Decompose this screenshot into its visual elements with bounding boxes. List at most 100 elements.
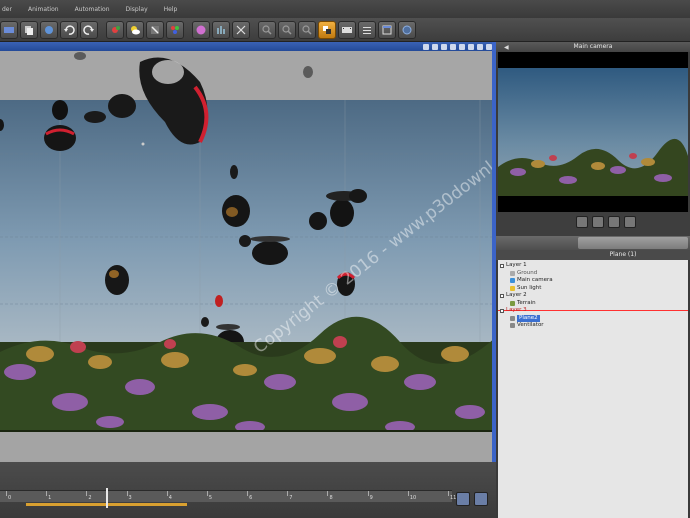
collapse-arrow-icon[interactable]: ◀	[504, 44, 509, 51]
camera-mode-button[interactable]	[496, 236, 578, 250]
timeline-tick	[6, 491, 7, 496]
timeline-tick-label: 6	[249, 495, 253, 501]
copy-icon[interactable]	[20, 20, 38, 39]
preview-scene	[498, 138, 688, 196]
tree-item[interactable]: Plane2	[510, 314, 540, 322]
timeline-tick	[287, 491, 289, 496]
menu-item-automation[interactable]: Automation	[75, 6, 110, 13]
timeline-tick-label: 3	[128, 495, 132, 501]
tree-item[interactable]: Ventilator	[510, 322, 544, 329]
viewport-control-icon[interactable]	[468, 43, 474, 50]
timeline-tick-label: 2	[88, 495, 92, 501]
menu-bar: der Animation Automation Display Help	[0, 0, 690, 18]
camera-preview	[498, 52, 688, 212]
window-icon[interactable]	[378, 20, 396, 39]
tree-item[interactable]: Ground	[510, 270, 537, 277]
zoom-icon[interactable]	[278, 20, 296, 39]
move-icon[interactable]	[608, 216, 620, 228]
timeline-tick	[206, 491, 208, 496]
timeline-tick-label: 10	[409, 495, 417, 501]
timeline: 0 1 2 3 4 5 6 7 8 9 10 11	[0, 462, 496, 518]
expand-icon[interactable]	[500, 263, 504, 268]
atmosphere-icon[interactable]	[192, 20, 210, 39]
wrench-icon[interactable]	[146, 20, 164, 39]
zoom-out-icon[interactable]	[298, 20, 316, 39]
timeline-tick	[448, 491, 449, 496]
toolbar	[0, 18, 690, 42]
tree-item[interactable]: Sun light	[510, 285, 541, 292]
tree-item-label: Layer 1	[506, 262, 527, 268]
render-viewport[interactable]: Copyright © 2016 - www.p30download.com	[0, 42, 496, 462]
rotate-icon[interactable]	[624, 216, 636, 228]
object-header: Plane (1)	[496, 250, 690, 260]
timeline-tick	[407, 491, 409, 496]
timeline-tick	[367, 491, 369, 496]
film-icon[interactable]	[456, 492, 470, 506]
timeline-tick-label: 9	[369, 495, 373, 501]
cloud-icon[interactable]	[126, 20, 144, 39]
timeline-playhead[interactable]	[106, 488, 109, 508]
film-icon[interactable]	[338, 20, 356, 39]
camera-icon	[510, 278, 515, 283]
render-icon[interactable]	[0, 20, 18, 39]
viewport-control-icon[interactable]	[423, 43, 429, 50]
panel-toolbar	[496, 236, 690, 250]
tree-item-label: Sun light	[517, 284, 542, 291]
viewport-letterbox-bottom	[0, 432, 496, 462]
menu-item-render[interactable]: der	[2, 6, 12, 13]
tree-item-label: Main camera	[517, 277, 553, 283]
tree-item[interactable]: Layer 3	[500, 307, 527, 314]
right-panel: Main camera ◀ Plane (1) Layer 1 Ground Mai…	[496, 42, 690, 518]
timeline-tick	[247, 491, 249, 496]
timeline-tick	[126, 491, 128, 496]
camera-icon[interactable]	[474, 492, 488, 506]
tree-item[interactable]: Terrain	[510, 300, 536, 307]
menu-item-animation[interactable]: Animation	[28, 6, 59, 13]
tree-item[interactable]: Layer 1	[500, 262, 527, 269]
expand-icon[interactable]	[500, 293, 504, 298]
panel-title: Main camera	[496, 42, 690, 52]
viewport-control-icon[interactable]	[432, 43, 438, 50]
timeline-tick-label: 5	[208, 495, 213, 501]
select-icon[interactable]	[318, 20, 336, 39]
timeline-tick-label: 8	[329, 495, 333, 501]
palette-icon[interactable]	[166, 20, 184, 39]
camera-controls	[496, 212, 690, 236]
sub-icon	[510, 270, 515, 276]
globe-icon[interactable]	[398, 20, 416, 39]
tree-item[interactable]: Layer 2	[500, 292, 527, 299]
timeline-ruler[interactable]: 0 1 2 3 4 5 6 7 8 9 10 11	[0, 490, 456, 502]
undo-icon[interactable]	[60, 20, 78, 39]
timeline-tick-label: 0	[8, 495, 12, 501]
expand-icon[interactable]	[500, 308, 504, 313]
tree-item-label: Terrain	[517, 299, 536, 306]
scene-render	[0, 52, 496, 433]
redo-icon[interactable]	[80, 20, 98, 39]
tree-item-label: Layer 3	[506, 307, 527, 313]
timeline-tick	[46, 491, 48, 496]
hand-icon[interactable]	[576, 216, 588, 228]
tree-item[interactable]: Main camera	[510, 277, 553, 284]
menu-item-display[interactable]: Display	[126, 6, 148, 13]
move-icon[interactable]	[592, 216, 604, 228]
viewport-control-icon[interactable]	[477, 43, 483, 50]
terrain-icon	[510, 300, 515, 306]
scissors-icon[interactable]	[232, 20, 250, 39]
link-icon[interactable]	[40, 20, 58, 39]
search-icon[interactable]	[258, 20, 276, 39]
viewport-control-icon[interactable]	[450, 43, 456, 50]
menu-icon[interactable]	[358, 20, 376, 39]
sun-icon[interactable]	[106, 20, 124, 39]
obj-icon	[510, 323, 515, 328]
camera-options-button[interactable]	[578, 237, 688, 249]
bars-icon[interactable]	[212, 20, 230, 39]
viewport-control-icon[interactable]	[441, 43, 447, 50]
selected-icon	[510, 315, 515, 321]
timeline-tick-label: 7	[289, 495, 293, 501]
menu-item-help[interactable]: Help	[164, 6, 178, 13]
timeline-tick	[327, 491, 329, 496]
tree-item-label: Plane2	[517, 314, 540, 322]
viewport-header	[0, 42, 496, 51]
light-icon	[510, 285, 515, 291]
viewport-control-icon[interactable]	[459, 43, 465, 50]
